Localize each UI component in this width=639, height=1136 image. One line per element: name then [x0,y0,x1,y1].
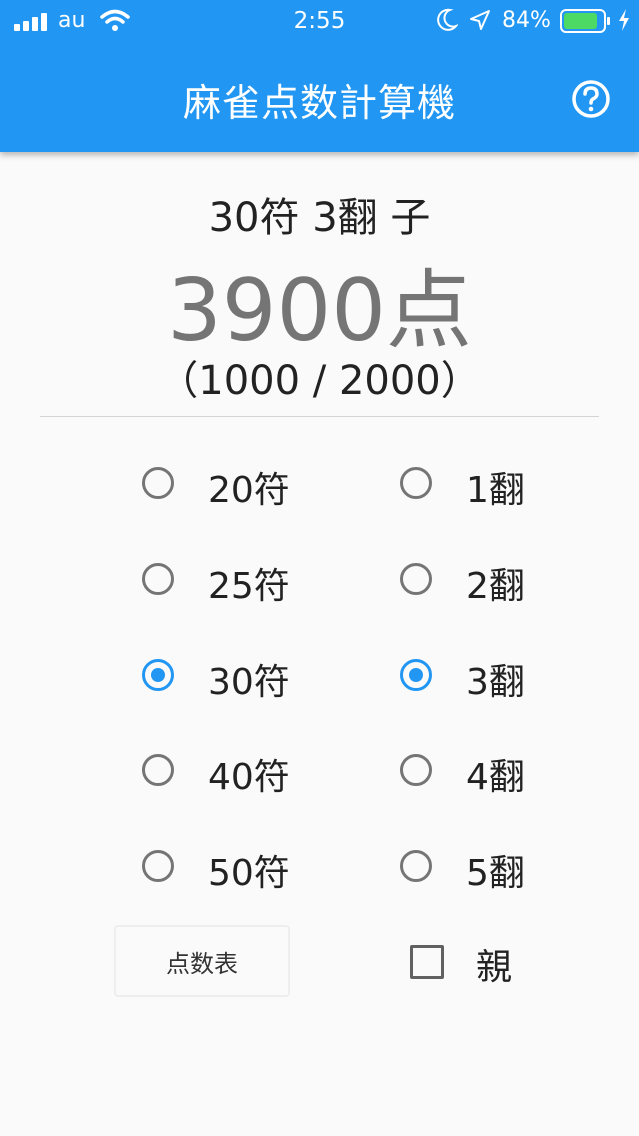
dealer-label: 親 [476,947,513,988]
divider [40,416,599,417]
fu-label: 20符 [208,470,290,511]
radio-button[interactable] [142,467,174,499]
status-bar: au 2:55 84% [0,0,639,40]
radio-button[interactable] [400,659,432,691]
radio-button[interactable] [142,754,174,786]
radio-button[interactable] [142,659,174,691]
fu-label: 50符 [208,853,290,894]
do-not-disturb-moon-icon [436,8,459,37]
radio-button[interactable] [400,850,432,882]
fu-label: 30符 [208,662,290,703]
radio-button[interactable] [142,563,174,595]
radio-button[interactable] [400,467,432,499]
han-label: 2翻 [466,566,525,607]
points-split: （1000 / 2000） [158,358,481,404]
fu-label: 25符 [208,566,290,607]
han-label: 5翻 [466,853,525,894]
points-total: 3900点 [167,261,472,361]
score-table-button[interactable]: 点数表 [114,925,290,997]
radio-button[interactable] [400,754,432,786]
battery-percent: 84% [502,8,551,33]
fu-label: 40符 [208,757,290,798]
help-button[interactable] [571,79,611,119]
radio-button[interactable] [142,850,174,882]
question-circle-icon [572,80,610,118]
app-title: 麻雀点数計算機 [182,81,456,125]
battery-icon [560,9,612,39]
han-label: 4翻 [466,757,525,798]
radio-button[interactable] [400,563,432,595]
location-arrow-icon [468,8,492,38]
charging-bolt-icon [617,8,631,38]
han-label: 1翻 [466,470,525,511]
app-bar: au 2:55 84% 麻雀点数計算機 [0,0,639,152]
han-label: 3翻 [466,662,525,703]
dealer-checkbox[interactable] [410,945,444,979]
hand-summary: 30符 3翻 子 [208,195,431,241]
